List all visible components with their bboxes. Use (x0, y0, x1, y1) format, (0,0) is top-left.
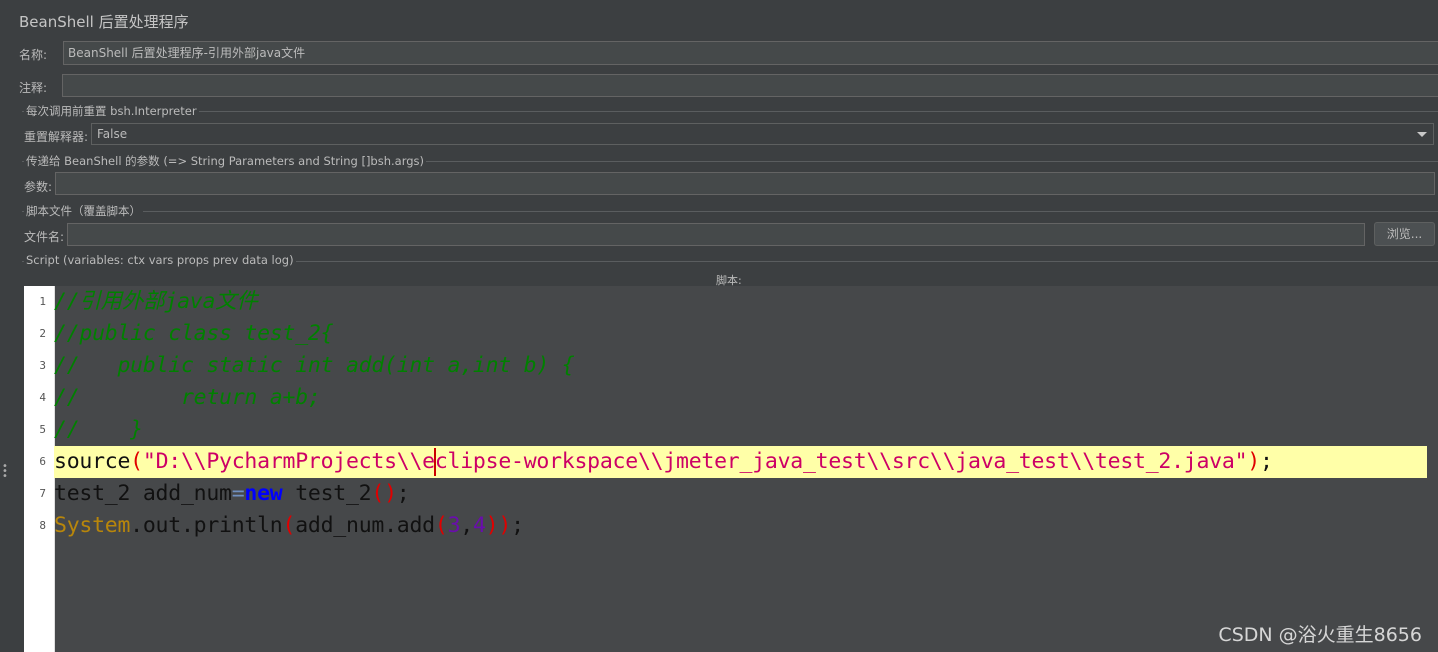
reset-interpreter-value: False (97, 127, 128, 141)
code-token: System (54, 513, 131, 538)
line-number: 1 (39, 295, 46, 308)
code-token: 3 (447, 513, 461, 538)
code-token: test_2 (282, 481, 372, 506)
script-section-legend: Script (variables: ctx vars props prev d… (24, 253, 296, 267)
code-line[interactable]: source("D:\\PycharmProjects\\eclipse-wor… (54, 446, 1427, 478)
code-token: () (371, 481, 397, 506)
drag-handle-icon[interactable]: • • • (2, 462, 8, 482)
script-file-section-border (22, 211, 1438, 212)
name-input[interactable]: BeanShell 后置处理程序-引用外部java文件 (63, 41, 1438, 65)
code-token: ; (396, 481, 410, 506)
code-line[interactable]: //public class test_2{ (54, 318, 1427, 350)
line-number: 3 (39, 359, 46, 372)
chevron-down-icon (1417, 132, 1427, 137)
code-line[interactable]: // public static int add(int a,int b) { (54, 350, 1427, 382)
code-token: new (244, 481, 283, 506)
reset-interpreter-label: 重置解释器: (24, 130, 89, 144)
code-token: ; (511, 513, 524, 538)
code-token: // public static int add(int a,int b) { (54, 353, 575, 378)
code-token: test_2 add_num (54, 481, 232, 506)
code-token: clipse-workspace\\jmeter_java_test\\src\… (434, 449, 1248, 474)
watermark: CSDN @浴火重生8656 (1218, 624, 1422, 646)
line-number: 2 (39, 327, 46, 340)
code-token: = (231, 481, 245, 506)
panel-title: BeanShell 后置处理程序 (19, 13, 189, 31)
parameters-input[interactable] (55, 172, 1435, 195)
script-file-section-legend: 脚本文件（覆盖脚本） (24, 203, 143, 219)
line-number: 8 (39, 519, 46, 532)
code-token: 4 (472, 513, 486, 538)
code-token: source (54, 449, 131, 474)
code-line[interactable]: // return a+b; (54, 382, 1427, 414)
line-number: 5 (39, 423, 46, 436)
line-number: 7 (39, 487, 46, 500)
code-token: //public class test_2{ (54, 321, 334, 346)
name-label: 名称: (19, 48, 48, 62)
code-line[interactable]: // } (54, 414, 1427, 446)
code-line[interactable]: System.out.println(add_num.add(3,4)); (54, 510, 1427, 542)
code-token: "D:\\PycharmProjects\\e (142, 449, 435, 474)
code-line[interactable]: test_2 add_num=new test_2(); (54, 478, 1427, 510)
line-number-gutter: 1 2 3 4 5 6 7 8 (24, 286, 55, 652)
code-token: // } (54, 417, 143, 442)
code-token: add_num.add (295, 513, 435, 538)
parameters-label: 参数: (24, 180, 53, 194)
code-token: )) (485, 513, 512, 538)
code-line[interactable]: //引用外部java文件 (54, 286, 1427, 318)
line-number: 4 (39, 391, 46, 404)
code-token: , (460, 513, 473, 538)
comment-input[interactable] (62, 74, 1438, 97)
params-section-legend: 传递给 BeanShell 的参数 (=> String Parameters … (24, 153, 427, 169)
filename-label: 文件名: (24, 230, 65, 244)
script-editor[interactable]: 12345678 //引用外部java文件//public class test… (24, 286, 1438, 652)
code-token: ( (130, 449, 143, 474)
code-token: // return a+b; (54, 385, 321, 410)
line-number: 6 (39, 455, 46, 468)
code-token: ) (1247, 449, 1260, 474)
code-token: //引用外部java文件 (54, 289, 258, 314)
code-token: ( (282, 513, 296, 538)
comment-label: 注释: (19, 81, 48, 95)
reset-interpreter-select[interactable]: False (91, 123, 1434, 145)
code-token: ( (434, 513, 448, 538)
code-token: .out.println (130, 513, 283, 538)
reset-section-legend: 每次调用前重置 bsh.Interpreter (24, 103, 199, 119)
browse-button[interactable]: 浏览... (1374, 222, 1435, 246)
code-token: ; (1259, 449, 1273, 474)
filename-input[interactable] (67, 223, 1365, 246)
reset-section-border (22, 111, 1438, 112)
